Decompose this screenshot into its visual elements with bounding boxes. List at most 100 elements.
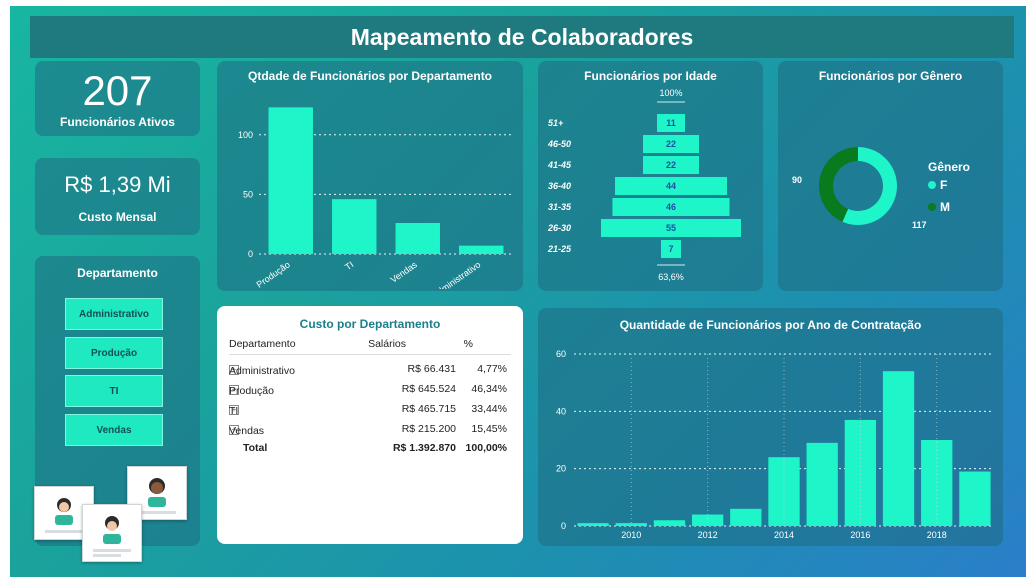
table-cell-percent: 33,44% — [471, 403, 507, 415]
legend-item: F — [940, 178, 947, 192]
slicer-item-vendas[interactable]: Vendas — [65, 414, 163, 446]
legend-marker-icon — [928, 203, 936, 211]
table-total-salary: R$ 1.392.870 — [392, 442, 456, 454]
table-header-salaries[interactable]: Salários — [368, 338, 406, 350]
funnel-value-label: 11 — [666, 118, 676, 128]
table-header-department[interactable]: Departamento — [229, 338, 296, 350]
y-tick-label: 40 — [556, 406, 566, 416]
funnel-top-label: 100% — [659, 88, 682, 98]
funnel-value-label: 22 — [666, 160, 676, 170]
department-chart-title: Qtdade de Funcionários por Departamento — [247, 69, 493, 83]
funnel-category-label: 51+ — [548, 118, 564, 128]
y-tick-label: 100 — [238, 130, 253, 140]
x-tick-label: 2012 — [698, 530, 718, 540]
hiring-year-chart-card: Quantidade de Funcionários por Ano de Co… — [538, 308, 1003, 546]
table-row: + Produção R$ 645.524 46,34% — [229, 381, 511, 399]
bar — [268, 107, 313, 254]
table-cell-department: Administrativo — [229, 365, 295, 377]
table-cell-percent: 46,34% — [471, 383, 507, 395]
bar — [577, 523, 609, 526]
table-row: + TI R$ 465.715 33,44% — [229, 401, 511, 419]
gender-donut-chart: 117 90 Gênero FM — [792, 147, 970, 230]
funnel-category-label: 36-40 — [548, 181, 571, 191]
kpi-employees-card: 207 Funcionários Ativos — [35, 61, 200, 136]
age-chart-card: Funcionários por Idade 100% 11 51+ 22 46-50 2… — [538, 61, 763, 291]
bar — [806, 442, 838, 526]
bar — [959, 471, 991, 526]
table-cell-department: Vendas — [229, 425, 265, 437]
bar — [653, 520, 686, 526]
legend-title: Gênero — [928, 160, 970, 174]
kpi-employees-value: 207 — [82, 67, 153, 114]
bar — [395, 223, 440, 254]
bar — [332, 199, 377, 254]
age-funnel-chart: 100% 11 51+ 22 46-50 22 41-45 44 36-40 46 31-35 55 2… — [547, 88, 741, 282]
slicer-item-ti[interactable]: TI — [65, 375, 163, 407]
slicer-item-administrativo[interactable]: Administrativo — [65, 298, 163, 330]
table-cell-percent: 4,77% — [477, 363, 507, 375]
people-illustration — [32, 462, 192, 572]
funnel-value-label: 44 — [666, 181, 676, 191]
gender-chart-card: Funcionários por Gênero 117 90 Gênero F M — [778, 61, 1003, 291]
funnel-category-label: 46-50 — [547, 139, 571, 149]
bar — [615, 523, 647, 526]
funnel-category-label: 41-45 — [547, 160, 572, 170]
department-bar-chart: 0 50 100 Produção TI Vendas Administrativo — [238, 107, 513, 289]
slicer-title: Departamento — [77, 266, 158, 280]
table-cell-salary: R$ 465.715 — [401, 403, 456, 415]
table-cell-percent: 15,45% — [471, 423, 507, 435]
x-tick-label: 2010 — [621, 530, 641, 540]
kpi-cost-label: Custo Mensal — [78, 210, 157, 224]
funnel-value-label: 22 — [666, 139, 676, 149]
bar — [691, 514, 724, 526]
table-header-row: Departamento Salários % — [229, 336, 511, 355]
cost-table-title: Custo por Departamento — [299, 317, 441, 331]
table-header-percent[interactable]: % — [464, 338, 473, 350]
x-tick-label: Produção — [255, 259, 292, 289]
y-tick-label: 0 — [248, 249, 253, 259]
table-cell-salary: R$ 66.431 — [407, 363, 456, 375]
kpi-employees-label: Funcionários Ativos — [60, 115, 175, 129]
hiring-year-bar-chart: 0 20 40 60 2010 2012 2014 2016 2018 — [556, 349, 994, 540]
x-tick-label: 2018 — [927, 530, 947, 540]
table-cell-salary: R$ 215.200 — [401, 423, 456, 435]
funnel-category-label: 21-25 — [547, 244, 572, 254]
kpi-cost-value: R$ 1,39 Mi — [64, 172, 171, 197]
bar — [882, 371, 915, 526]
y-tick-label: 0 — [561, 521, 566, 531]
table-total-label: Total — [243, 442, 268, 454]
funnel-category-label: 26-30 — [547, 223, 571, 233]
x-tick-label: TI — [343, 259, 355, 272]
cost-table-card: Custo por Departamento Departamento Salá… — [217, 306, 523, 544]
x-tick-label: Administrativo — [430, 259, 482, 289]
funnel-category-label: 31-35 — [548, 202, 572, 212]
funnel-bottom-label: 63,6% — [658, 272, 684, 282]
legend-marker-icon — [928, 181, 936, 189]
hiring-year-chart-title: Quantidade de Funcionários por Ano de Co… — [619, 318, 922, 332]
page-title: Mapeamento de Colaboradores — [30, 16, 1014, 58]
slicer-item-producao[interactable]: Produção — [65, 337, 163, 369]
y-tick-label: 50 — [243, 189, 253, 199]
table-row: + Administrativo R$ 66.431 4,77% — [229, 361, 511, 379]
slice-value-label: 90 — [792, 175, 802, 185]
table-cell-department: Produção — [229, 385, 274, 397]
legend-item: M — [940, 200, 950, 214]
y-tick-label: 20 — [556, 464, 566, 474]
x-tick-label: 2016 — [850, 530, 870, 540]
funnel-value-label: 7 — [668, 244, 673, 254]
funnel-value-label: 55 — [666, 223, 676, 233]
table-total-percent: 100,00% — [465, 442, 507, 454]
bar — [459, 245, 504, 254]
y-tick-label: 60 — [556, 349, 566, 359]
kpi-cost-card: R$ 1,39 Mi Custo Mensal — [35, 158, 200, 235]
dashboard-canvas: Mapeamento de Colaboradores 207 Funcioná… — [10, 6, 1026, 577]
table-cell-salary: R$ 645.524 — [401, 383, 456, 395]
table-row: + Vendas R$ 215.200 15,45% — [229, 421, 511, 439]
table-total-row: Total R$ 1.392.870 100,00% — [229, 440, 511, 458]
x-tick-label: Vendas — [389, 259, 420, 285]
department-chart-card: Qtdade de Funcionários por Departamento … — [217, 61, 523, 291]
slice-value-label: 117 — [912, 220, 927, 230]
funnel-value-label: 46 — [666, 202, 676, 212]
x-tick-label: 2014 — [774, 530, 794, 540]
gender-chart-title: Funcionários por Gênero — [818, 69, 963, 83]
